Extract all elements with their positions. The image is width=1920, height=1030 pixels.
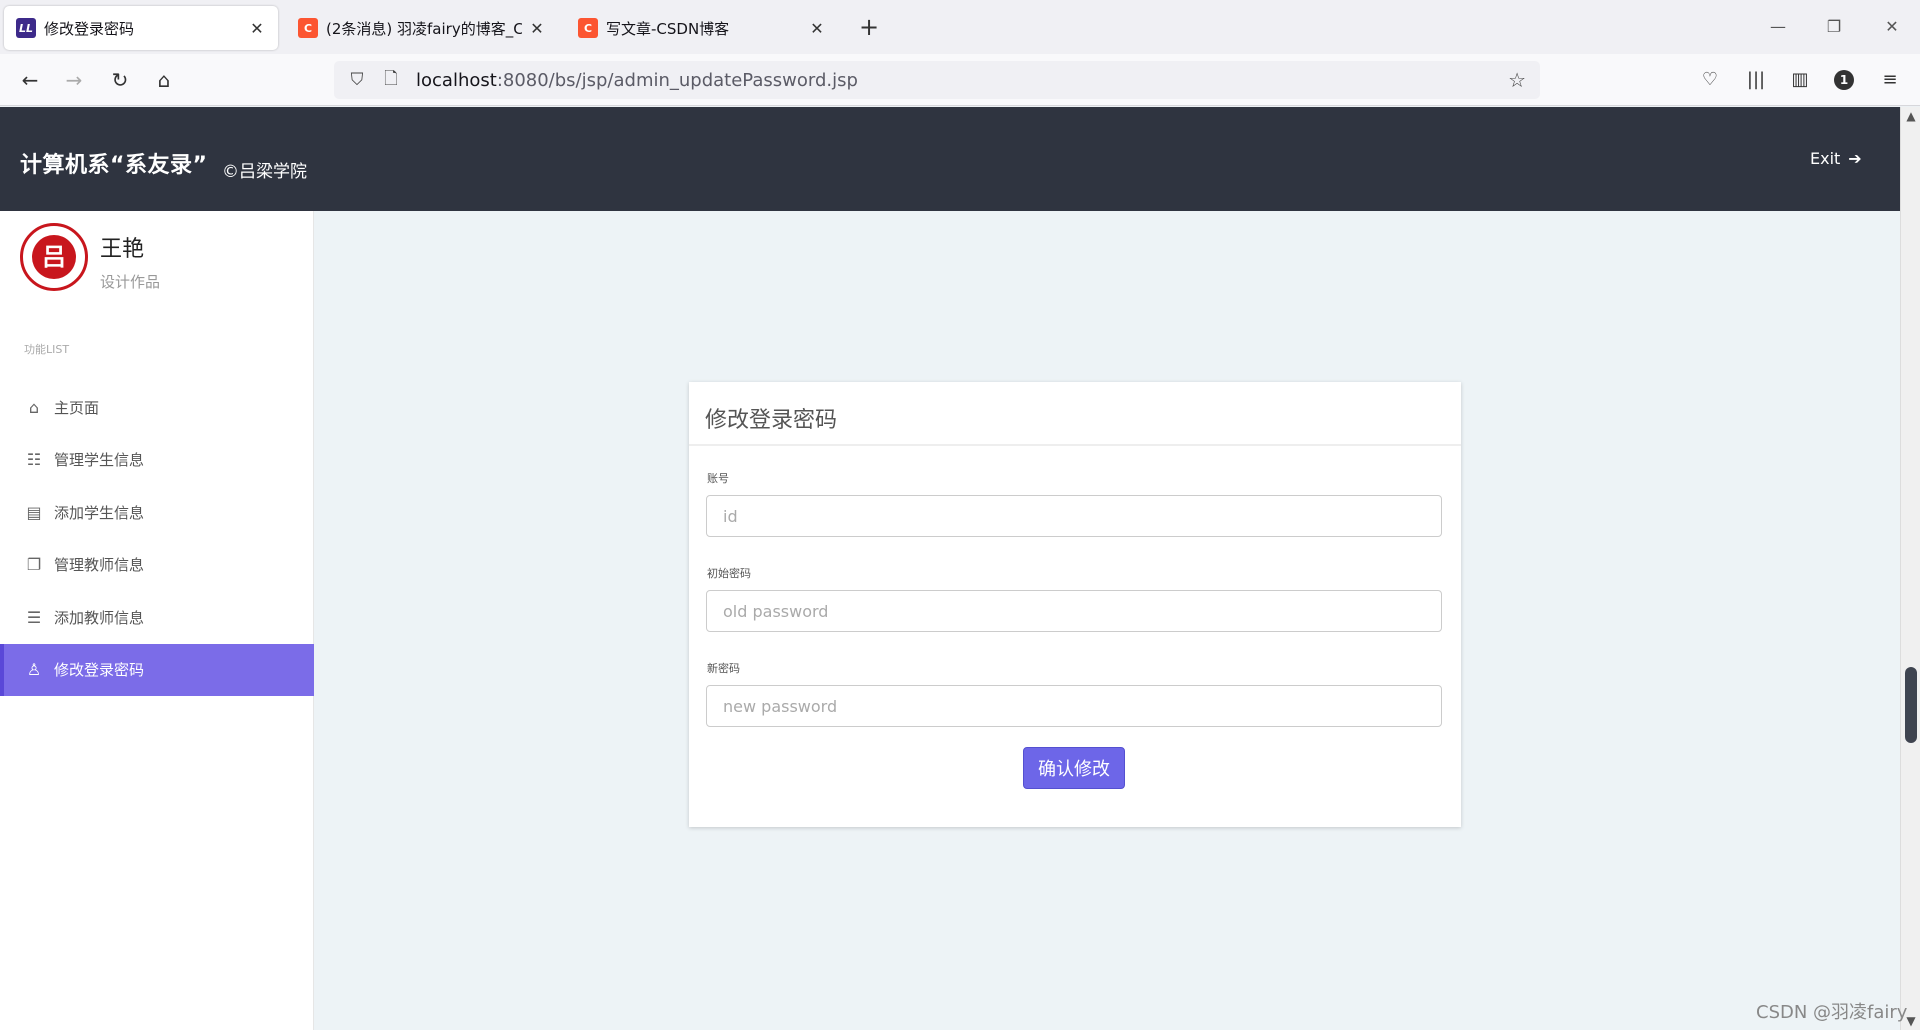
csdn-favicon-icon: C (578, 18, 598, 38)
tab-label: 修改登录密码 (44, 19, 135, 38)
sidebar-item-add-teacher[interactable]: ☰ 添加教师信息 (0, 591, 314, 644)
browser-nav-bar: ← → ↻ ⌂ ⛉ 🗋 localhost:8080/bs/jsp/admin_… (0, 54, 1920, 106)
restore-icon[interactable]: ❐ (1814, 12, 1854, 42)
browser-tab-bar: LL 修改登录密码 ✕ C (2条消息) 羽凌fairy的博客_CSD ✕ C … (0, 0, 1920, 54)
sidebar-item-home[interactable]: ⌂ 主页面 (0, 381, 314, 434)
sidebar-toggle-icon[interactable]: ▥ (1786, 66, 1814, 94)
forward-arrow-icon[interactable]: → (58, 64, 90, 96)
page-scrollbar[interactable]: ▲ ▼ (1900, 107, 1920, 1030)
sidebar-item-label: 修改登录密码 (54, 661, 145, 680)
site-copyright: ©吕梁学院 (222, 162, 307, 182)
close-tab-icon[interactable]: ✕ (248, 19, 266, 38)
exit-label: Exit (1810, 149, 1841, 168)
home-icon[interactable]: ⌂ (148, 64, 180, 96)
home-icon: ⌂ (28, 397, 40, 417)
back-arrow-icon[interactable]: ← (14, 64, 46, 96)
confirm-change-button[interactable]: 确认修改 (1023, 747, 1125, 789)
page-viewport: 计算机系“系友录” ©吕梁学院 Exit ➔ 吕 王艳 设计作品 功能LIST … (0, 107, 1900, 1030)
site-header: 计算机系“系友录” ©吕梁学院 Exit ➔ (0, 107, 1900, 211)
menu-hamburger-icon[interactable]: ≡ (1876, 66, 1904, 94)
sidebar-menu: ⌂ 主页面 ☷ 管理学生信息 ▤ 添加学生信息 ❐ 管理教师信息 ☰ 添加教师信… (0, 381, 314, 696)
exit-button[interactable]: Exit ➔ (1810, 149, 1862, 168)
csdn-watermark: CSDN @羽凌fairy (1756, 1002, 1908, 1023)
sidebar-item-label: 主页面 (54, 398, 100, 417)
id-card-icon: ▤ (26, 502, 42, 522)
tab-label: (2条消息) 羽凌fairy的博客_CSD (326, 19, 522, 38)
sign-out-icon: ➔ (1848, 149, 1862, 168)
sidebar-item-update-password[interactable]: ♙ 修改登录密码 (0, 643, 314, 696)
close-tab-icon[interactable]: ✕ (808, 19, 826, 38)
url-path: :8080/bs/jsp/admin_updatePassword.jsp (496, 69, 858, 91)
sidebar-item-add-student[interactable]: ▤ 添加学生信息 (0, 486, 314, 539)
university-logo: 吕 (20, 223, 88, 291)
new-password-label: 新密码 (707, 662, 740, 675)
tab-label: 写文章-CSDN博客 (606, 19, 730, 38)
student-icon: ☷ (26, 450, 42, 470)
close-tab-icon[interactable]: ✕ (528, 19, 546, 38)
bookmark-star-icon[interactable]: ☆ (1508, 68, 1526, 92)
tab-csdn-blog[interactable]: C (2条消息) 羽凌fairy的博客_CSD ✕ (286, 6, 558, 50)
sidebar-item-manage-students[interactable]: ☷ 管理学生信息 (0, 434, 314, 487)
old-password-input[interactable] (706, 590, 1442, 632)
site-brand: 计算机系“系友录” (20, 153, 208, 178)
account-label: 账号 (707, 472, 729, 485)
new-tab-plus-icon[interactable]: + (856, 12, 882, 42)
sidebar-item-manage-teachers[interactable]: ❐ 管理教师信息 (0, 539, 314, 592)
csdn-favicon-icon: C (298, 18, 318, 38)
sidebar: 吕 王艳 设计作品 功能LIST ⌂ 主页面 ☷ 管理学生信息 ▤ 添加学生信息… (0, 211, 314, 1030)
pocket-icon[interactable]: ♡ (1696, 66, 1724, 94)
tab-csdn-write[interactable]: C 写文章-CSDN博客 ✕ (566, 6, 838, 50)
password-form-card: 修改登录密码 账号 初始密码 新密码 确认修改 (689, 382, 1461, 827)
page-icon: 🗋 (384, 68, 398, 89)
user-subtitle: 设计作品 (100, 273, 161, 291)
account-input[interactable] (706, 495, 1442, 537)
new-password-input[interactable] (706, 685, 1442, 727)
url-host: localhost (416, 69, 497, 91)
sidebar-item-label: 添加学生信息 (54, 503, 145, 522)
menu-section-label: 功能LIST (24, 343, 70, 356)
sidebar-item-label: 管理学生信息 (54, 451, 145, 470)
minimize-icon[interactable]: — (1758, 12, 1798, 42)
address-bar[interactable]: ⛉ 🗋 localhost:8080/bs/jsp/admin_updatePa… (334, 61, 1540, 99)
library-icon[interactable]: ||| (1742, 66, 1770, 94)
layers-icon: ☰ (26, 607, 42, 627)
account-badge-icon[interactable]: 1 (1830, 66, 1858, 94)
scrollbar-thumb[interactable] (1905, 667, 1917, 743)
reload-icon[interactable]: ↻ (104, 64, 136, 96)
tab-update-password[interactable]: LL 修改登录密码 ✕ (4, 6, 278, 50)
sidebar-item-label: 添加教师信息 (54, 608, 145, 627)
logo-emblem-icon: 吕 (32, 235, 76, 279)
scroll-up-icon[interactable]: ▲ (1901, 109, 1920, 123)
user-name: 王艳 (100, 237, 145, 262)
copy-icon: ❐ (26, 555, 42, 575)
old-password-label: 初始密码 (707, 567, 751, 580)
close-window-icon[interactable]: ✕ (1872, 12, 1912, 42)
site-favicon-icon: LL (16, 18, 36, 38)
user-icon: ♙ (26, 660, 42, 680)
form-title: 修改登录密码 (689, 382, 1461, 446)
shield-icon[interactable]: ⛉ (346, 70, 368, 90)
sidebar-item-label: 管理教师信息 (54, 556, 145, 575)
